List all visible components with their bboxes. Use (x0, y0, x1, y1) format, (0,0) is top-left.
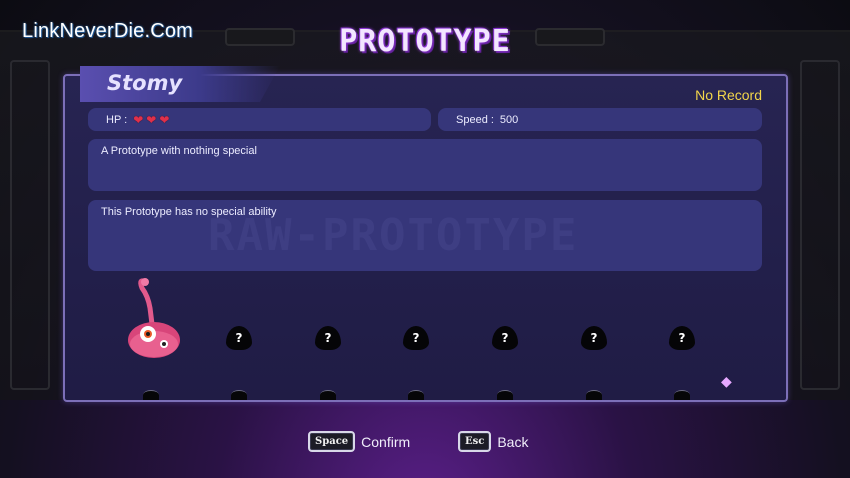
roster-slot-next-row (320, 390, 336, 400)
locked-roster-slot[interactable]: ? (581, 324, 607, 350)
scroll-indicator-icon: ◆ (721, 374, 732, 390)
stomy-creature-icon[interactable] (124, 274, 184, 360)
hp-hearts: ❤ ❤ ❤ (130, 113, 169, 127)
character-name: Stomy (107, 71, 183, 95)
faded-banner-text: RAW-PROTOTYPE (208, 210, 579, 261)
heart-icon: ❤ (133, 112, 144, 127)
esc-key-icon: Esc (458, 431, 492, 452)
description-text: A Prototype with nothing special (101, 145, 257, 157)
question-mark-icon: ? (581, 326, 607, 350)
speed-value: 500 (499, 113, 519, 126)
locked-roster-slot[interactable]: ? (226, 324, 252, 350)
screen-title: PROTOTYPE (339, 24, 511, 59)
ability-box: This Prototype has no special ability RA… (88, 200, 762, 271)
background-rail-left (10, 60, 50, 390)
question-mark-icon: ? (226, 326, 252, 350)
back-label: Back (497, 433, 529, 450)
confirm-hint[interactable]: Space Confirm (308, 431, 410, 452)
heart-icon: ❤ (146, 112, 157, 127)
space-key-icon: Space (308, 431, 356, 452)
locked-roster-slot[interactable]: ? (315, 324, 341, 350)
question-mark-icon: ? (403, 326, 429, 350)
record-label: No Record (695, 87, 762, 103)
speed-label: Speed : (456, 113, 494, 126)
roster-slot-next-row (231, 390, 247, 400)
confirm-label: Confirm (361, 433, 411, 450)
back-hint[interactable]: Esc Back (458, 431, 528, 452)
locked-roster-slot[interactable]: ? (669, 324, 695, 350)
background-rail-right (800, 60, 840, 390)
hp-stat: HP : ❤ ❤ ❤ (88, 108, 431, 131)
heart-icon: ❤ (159, 112, 170, 127)
question-mark-icon: ? (669, 326, 695, 350)
hp-label: HP : (106, 113, 128, 126)
roster-slot-next-row (497, 390, 513, 400)
roster-slot-next-row (143, 390, 159, 400)
speed-stat: Speed : 500 (438, 108, 762, 131)
question-mark-icon: ? (315, 326, 341, 350)
question-mark-icon: ? (492, 326, 518, 350)
roster-slot-next-row (674, 390, 690, 400)
roster-slot-next-row (586, 390, 602, 400)
description-box: A Prototype with nothing special (88, 139, 762, 191)
locked-roster-slot[interactable]: ? (403, 324, 429, 350)
roster-slot-next-row (408, 390, 424, 400)
locked-roster-slot[interactable]: ? (492, 324, 518, 350)
